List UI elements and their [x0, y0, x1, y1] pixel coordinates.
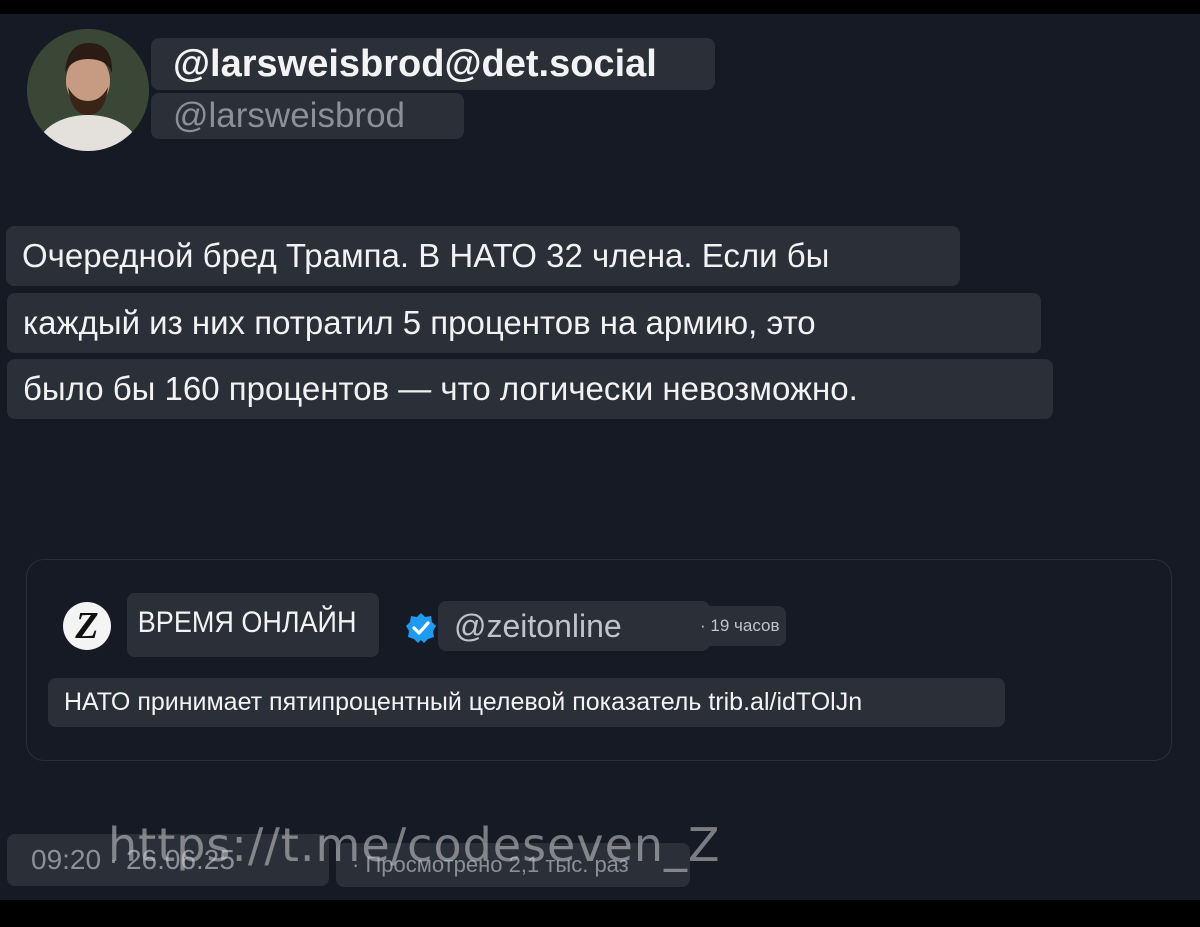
quoted-post-text: НАТО принимает пятипроцентный целевой по… — [48, 678, 1005, 727]
watermark-text: https://t.me/codeseven_Z — [108, 818, 721, 872]
quoted-post-time: · 19 часов — [686, 606, 786, 646]
author-handle[interactable]: @larsweisbrod — [151, 93, 464, 139]
person-avatar-icon — [27, 29, 149, 151]
quoted-author-handle[interactable]: @zeitonline — [438, 601, 710, 651]
zeit-logo-icon: Z — [63, 602, 111, 650]
post-text-line: каждый из них потратил 5 процентов на ар… — [7, 293, 1041, 353]
post-text-line: было бы 160 процентов — что логически не… — [7, 359, 1053, 419]
quoted-author-name[interactable]: ВРЕМЯ ОНЛАЙН — [127, 593, 379, 657]
verified-badge-icon — [406, 613, 436, 643]
quoted-post-card[interactable] — [26, 559, 1172, 761]
post-screenshot — [0, 14, 1200, 900]
avatar[interactable] — [27, 29, 149, 151]
post-text-line: Очередной бред Трампа. В НАТО 32 члена. … — [6, 226, 960, 286]
author-display-name[interactable]: @larsweisbrod@det.social — [151, 38, 715, 90]
